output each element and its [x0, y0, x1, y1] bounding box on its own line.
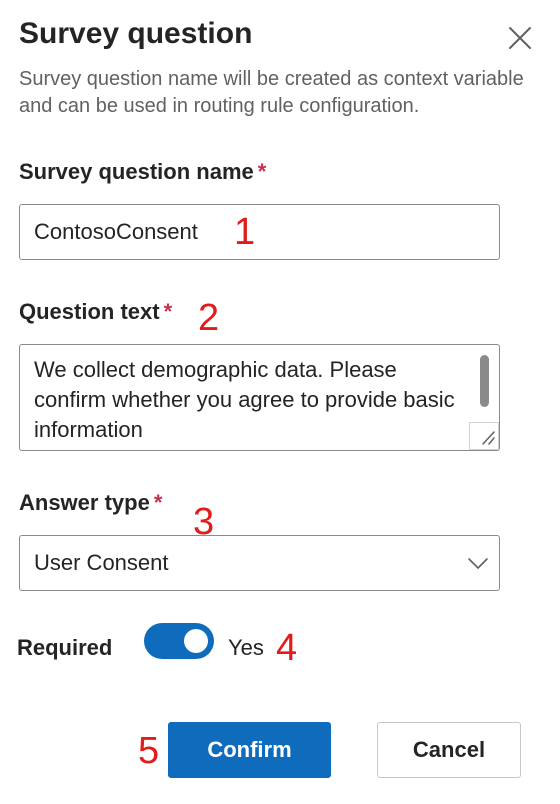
textarea-scrollbar[interactable]	[480, 355, 489, 407]
answer-type-label: Answer type *	[19, 489, 162, 517]
panel-title: Survey question	[19, 17, 253, 50]
required-label: Required	[17, 635, 113, 660]
required-asterisk: *	[153, 490, 163, 515]
confirm-button[interactable]: Confirm	[168, 722, 331, 778]
marker-1: 1	[234, 211, 256, 253]
close-button[interactable]	[500, 18, 540, 58]
question-text-container: We collect demographic data. Please conf…	[19, 344, 500, 451]
answer-type-label-text: Answer type	[19, 490, 150, 515]
question-name-label: Survey question name *	[19, 158, 266, 186]
question-text-label: Question text *	[19, 298, 172, 326]
answer-type-dropdown[interactable]: User Consent	[19, 535, 500, 591]
required-asterisk: *	[163, 299, 173, 324]
required-toggle[interactable]	[144, 623, 214, 659]
question-text-textarea[interactable]: We collect demographic data. Please conf…	[20, 345, 499, 450]
marker-4: 4	[276, 627, 298, 669]
question-name-label-text: Survey question name	[19, 159, 254, 184]
cancel-button[interactable]: Cancel	[377, 722, 521, 778]
resize-handle-icon[interactable]	[469, 422, 499, 450]
survey-question-panel: Survey question Survey question name wil…	[0, 0, 560, 804]
required-state-text: Yes	[228, 635, 264, 660]
question-text-label-text: Question text	[19, 299, 160, 324]
marker-5: 5	[138, 730, 160, 772]
required-asterisk: *	[257, 159, 267, 184]
panel-description: Survey question name will be created as …	[19, 68, 524, 117]
toggle-knob	[184, 629, 208, 653]
close-icon	[509, 27, 531, 49]
question-name-input[interactable]	[19, 204, 500, 260]
answer-type-selected-value: User Consent	[34, 550, 169, 575]
marker-2: 2	[198, 297, 220, 339]
chevron-down-icon	[468, 558, 488, 569]
